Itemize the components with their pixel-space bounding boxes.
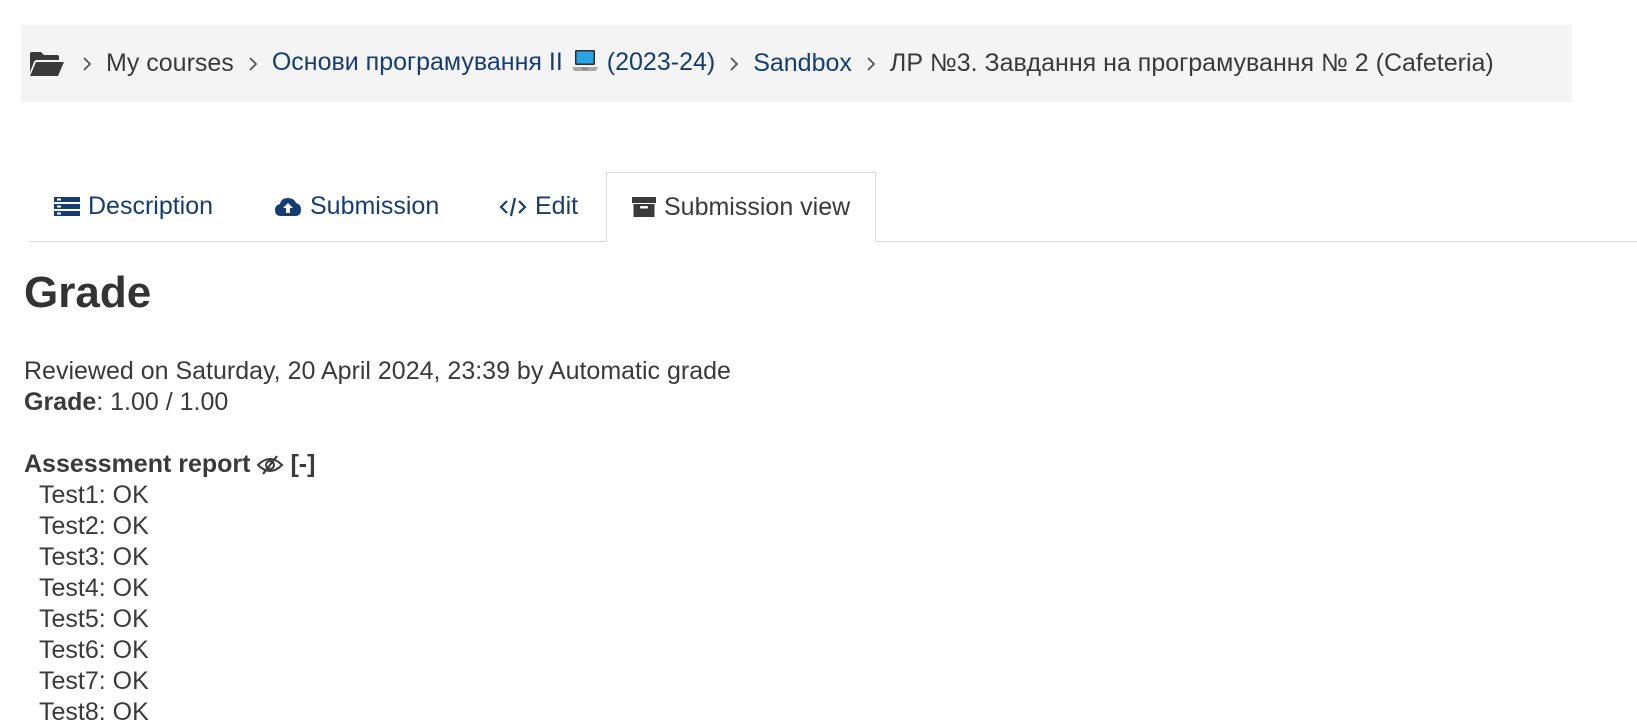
reviewed-info: Reviewed on Saturday, 20 April 2024, 23:… (24, 357, 731, 385)
code-icon (499, 196, 527, 218)
chevron-right-icon (866, 56, 876, 71)
tab-submission-view[interactable]: Submission view (606, 172, 877, 242)
breadcrumb-current-activity: ЛР №3. Завдання на програмування № 2 (Ca… (889, 49, 1494, 77)
test-result: Test7: OK (39, 667, 149, 695)
list-icon (54, 196, 80, 218)
folder-open-icon[interactable] (28, 49, 68, 79)
test-result: Test8: OK (39, 698, 149, 726)
tab-edit-label: Edit (535, 192, 579, 220)
test-result: Test6: OK (39, 636, 149, 664)
chevron-right-icon (248, 56, 258, 71)
tab-submission-view-label: Submission view (664, 192, 851, 221)
laptop-icon (571, 49, 599, 80)
grade-value: : 1.00 / 1.00 (96, 388, 229, 416)
cloud-upload-icon (274, 196, 302, 218)
breadcrumb: My courses Основи програмування II (2023… (21, 25, 1572, 102)
chevron-right-icon (82, 56, 92, 71)
breadcrumb-my-courses[interactable]: My courses (106, 49, 234, 78)
eye-slash-icon[interactable] (256, 454, 284, 475)
tab-submission-label: Submission (310, 192, 440, 220)
breadcrumb-course-name: Основи програмування II (271, 47, 563, 76)
collapse-toggle[interactable]: [-] (290, 449, 315, 480)
test-results-list: Test1: OK Test2: OK Test3: OK Test4: OK … (24, 480, 1604, 728)
assessment-report-title: Assessment report (24, 450, 251, 478)
grade-label: Grade (24, 388, 97, 416)
submission-view-content: Grade Reviewed on Saturday, 20 April 202… (24, 262, 1604, 728)
breadcrumb-course-year: (2023-24) (606, 47, 716, 76)
breadcrumb-course[interactable]: Основи програмування II (2023-24) (272, 48, 715, 80)
assessment-report-header: Assessment report [-] (24, 449, 1604, 480)
test-result: Test3: OK (39, 543, 149, 571)
tab-bar: Description Submission Edit Submission v… (29, 172, 1637, 242)
test-result: Test1: OK (39, 481, 149, 509)
tab-submission[interactable]: Submission (274, 172, 439, 241)
chevron-right-icon (729, 56, 739, 71)
test-result: Test2: OK (39, 512, 149, 540)
grade-heading: Grade (24, 268, 152, 317)
tab-edit[interactable]: Edit (499, 172, 578, 241)
archive-icon (632, 196, 656, 218)
tab-description-label: Description (88, 192, 214, 220)
grade-result: Grade: 1.00 / 1.00 (24, 387, 1604, 418)
tab-description[interactable]: Description (54, 172, 213, 241)
test-result: Test5: OK (39, 605, 149, 633)
test-result: Test4: OK (39, 574, 149, 602)
breadcrumb-sandbox[interactable]: Sandbox (753, 49, 852, 78)
